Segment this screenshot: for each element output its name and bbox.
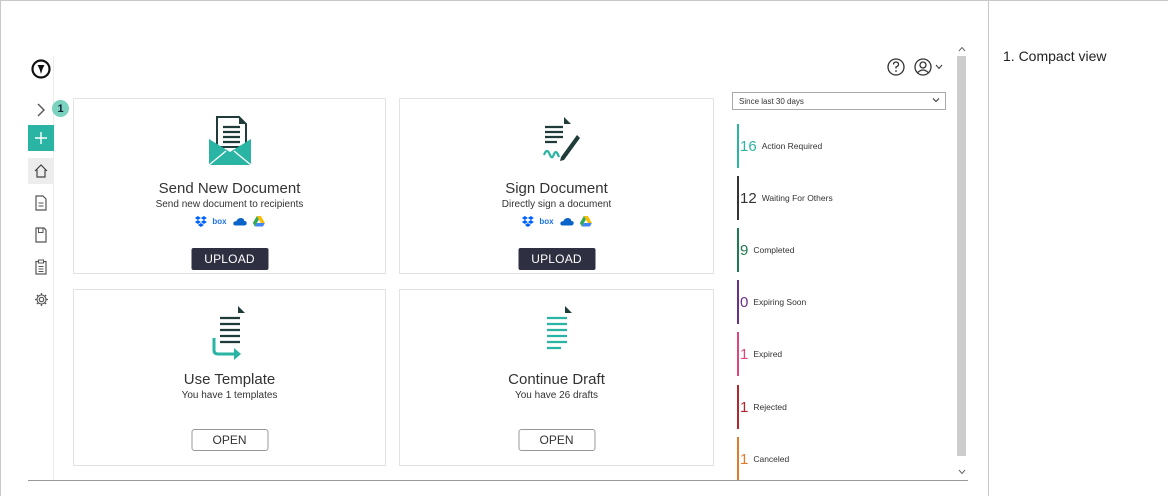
column-divider: [988, 0, 989, 496]
status-label: Rejected: [753, 402, 787, 412]
status-count: 1: [740, 450, 749, 468]
dropbox-icon[interactable]: [521, 216, 534, 227]
clipboard-icon[interactable]: [28, 254, 54, 280]
scrollbar-thumb[interactable]: [957, 56, 966, 456]
cloud-services: box: [521, 216, 592, 227]
period-select[interactable]: Since last 30 days: [732, 92, 946, 110]
google-drive-icon[interactable]: [252, 216, 265, 227]
status-count: 9: [740, 241, 749, 259]
gear-icon[interactable]: [28, 286, 54, 312]
google-drive-icon[interactable]: [579, 216, 592, 227]
onedrive-icon[interactable]: [560, 217, 574, 226]
expand-chevron-icon[interactable]: [28, 97, 54, 123]
chevron-down-icon: [932, 98, 940, 103]
document-icon[interactable]: [28, 190, 54, 216]
status-label: Action Required: [761, 141, 823, 151]
bottom-divider: [28, 480, 968, 481]
upload-send-button[interactable]: UPLOAD: [191, 248, 268, 270]
card-title: Send New Document: [158, 180, 301, 197]
scroll-up-icon[interactable]: [957, 44, 967, 54]
draft-icon: [535, 304, 579, 365]
dropbox-icon[interactable]: [194, 216, 207, 227]
card-subtitle: You have 26 drafts: [514, 390, 599, 401]
status-count: 12: [740, 189, 757, 207]
send-document-icon: [206, 115, 254, 172]
card-use-template[interactable]: Use Template You have 1 templates OPEN: [73, 289, 386, 466]
cloud-services: box: [194, 216, 265, 227]
note-compact-view: 1. Compact view: [1003, 48, 1107, 64]
status-item[interactable]: 9 Completed: [737, 228, 937, 272]
chevron-down-icon: [935, 64, 943, 70]
card-continue-draft[interactable]: Continue Draft You have 26 drafts OPEN: [399, 289, 714, 466]
template-icon: [208, 304, 252, 365]
card-subtitle: You have 1 templates: [181, 390, 278, 401]
box-icon[interactable]: box: [539, 217, 553, 226]
status-label: Canceled: [753, 454, 790, 464]
app-logo: [28, 58, 54, 80]
home-icon[interactable]: [28, 158, 54, 184]
card-title: Continue Draft: [508, 371, 605, 388]
card-subtitle: Send new document to recipients: [155, 199, 304, 210]
status-label: Expiring Soon: [753, 297, 807, 307]
user-icon[interactable]: [913, 57, 943, 77]
sign-document-icon: [533, 115, 581, 172]
period-value: Since last 30 days: [739, 96, 804, 106]
save-icon[interactable]: [28, 222, 54, 248]
help-icon[interactable]: [886, 57, 906, 77]
status-count: 1: [740, 398, 749, 416]
status-item[interactable]: 1 Expired: [737, 332, 937, 376]
step-badge: 1: [52, 100, 69, 117]
card-send-new-document[interactable]: Send New Document Send new document to r…: [73, 98, 386, 274]
upload-sign-button[interactable]: UPLOAD: [518, 248, 595, 270]
status-item[interactable]: 12 Waiting For Others: [737, 176, 937, 220]
status-count: 1: [740, 345, 749, 363]
status-label: Completed: [753, 245, 795, 255]
card-sign-document[interactable]: Sign Document Directly sign a document b…: [399, 98, 714, 274]
status-count: 16: [740, 137, 757, 155]
open-draft-button[interactable]: OPEN: [518, 429, 595, 451]
open-template-button[interactable]: OPEN: [191, 429, 268, 451]
card-subtitle: Directly sign a document: [501, 199, 612, 210]
status-label: Waiting For Others: [761, 193, 833, 203]
card-title: Use Template: [183, 371, 276, 388]
status-count: 0: [740, 293, 749, 311]
status-item[interactable]: 0 Expiring Soon: [737, 280, 937, 324]
box-icon[interactable]: box: [212, 217, 226, 226]
scroll-down-icon[interactable]: [957, 467, 967, 477]
new-plus-button[interactable]: [28, 125, 54, 151]
status-item[interactable]: 16 Action Required: [737, 124, 937, 168]
status-item[interactable]: 1 Canceled: [737, 437, 937, 481]
status-label: Expired: [753, 349, 783, 359]
card-title: Sign Document: [505, 180, 608, 197]
status-item[interactable]: 1 Rejected: [737, 385, 937, 429]
onedrive-icon[interactable]: [233, 217, 247, 226]
